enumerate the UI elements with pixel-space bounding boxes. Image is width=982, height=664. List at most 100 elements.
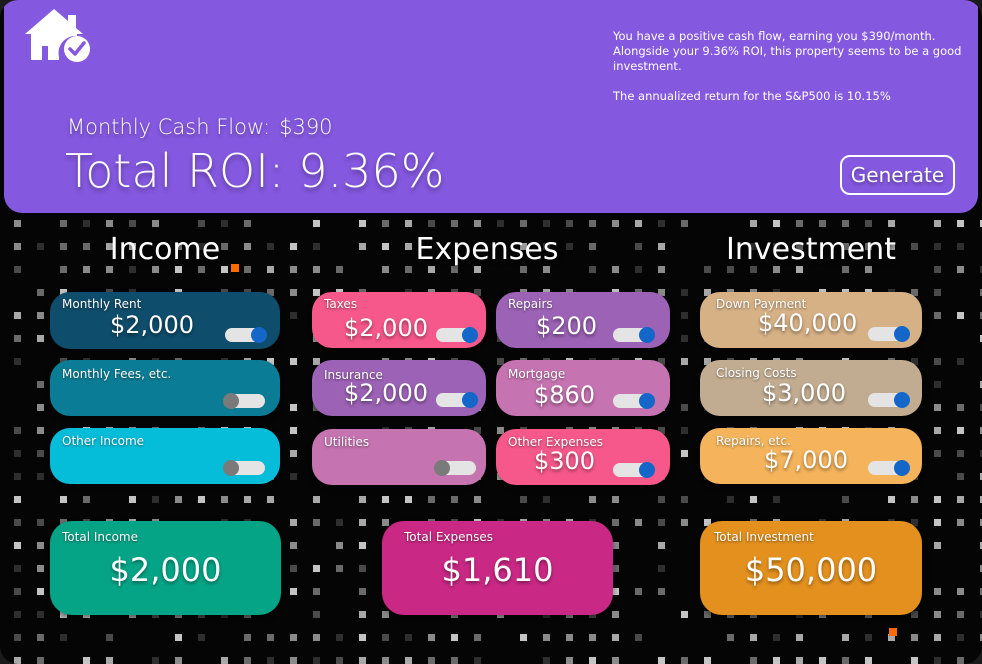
total-investment-label: Total Investment	[714, 530, 814, 544]
background-dot	[336, 634, 343, 641]
down-payment-toggle[interactable]	[868, 326, 910, 342]
mortgage-toggle[interactable]	[613, 393, 655, 409]
background-dot	[934, 634, 941, 641]
insurance-toggle[interactable]	[436, 392, 478, 408]
background-dot	[589, 634, 596, 641]
background-dot	[704, 611, 711, 618]
background-dot	[957, 312, 964, 319]
background-dot	[290, 634, 297, 641]
closing-costs-value[interactable]: $3,000	[762, 379, 846, 407]
background-dot	[934, 220, 941, 227]
background-dot	[612, 266, 619, 273]
background-dot	[612, 588, 619, 595]
background-dot	[934, 657, 941, 664]
background-dot	[681, 289, 688, 296]
background-dot	[129, 496, 136, 503]
background-dot	[290, 289, 297, 296]
background-dot	[267, 634, 274, 641]
insurance-value[interactable]: $2,000	[344, 379, 428, 407]
investment-repairs-value[interactable]: $7,000	[764, 446, 848, 474]
background-dot	[589, 266, 596, 273]
repairs-value[interactable]: $200	[536, 312, 597, 340]
background-dot	[957, 496, 964, 503]
background-dot	[290, 312, 297, 319]
background-dot	[819, 657, 826, 664]
background-dot	[313, 611, 320, 618]
background-dot	[37, 427, 44, 434]
generate-button[interactable]: Generate	[840, 155, 955, 195]
background-dot	[451, 634, 458, 641]
other-income-toggle[interactable]	[223, 460, 265, 476]
background-dot	[750, 496, 757, 503]
background-dot	[336, 565, 343, 572]
background-dot	[612, 611, 619, 618]
background-dot	[175, 266, 182, 273]
monthly-rent-value[interactable]: $2,000	[110, 311, 194, 339]
background-dot	[175, 657, 182, 664]
background-dot	[221, 220, 228, 227]
background-dot	[796, 220, 803, 227]
background-dot	[267, 266, 274, 273]
monthly-fees-toggle[interactable]	[223, 393, 265, 409]
closing-costs-card[interactable]: Closing Costs $3,000	[700, 360, 922, 416]
taxes-card[interactable]: Taxes $2,000	[312, 292, 486, 348]
mortgage-value[interactable]: $860	[534, 381, 595, 409]
utilities-toggle[interactable]	[434, 460, 476, 476]
roi-value: 9.36%	[298, 144, 445, 198]
mortgage-card[interactable]: Mortgage $860	[496, 360, 670, 416]
background-dot	[934, 243, 941, 250]
summary-cash-flow-text: You have a positive cash flow, earning y…	[613, 29, 962, 73]
investment-repairs-toggle[interactable]	[868, 460, 910, 476]
taxes-toggle[interactable]	[436, 327, 478, 343]
repairs-toggle[interactable]	[613, 327, 655, 343]
background-dot	[14, 542, 21, 549]
background-dot	[37, 588, 44, 595]
background-dot	[911, 496, 918, 503]
background-dot	[244, 220, 251, 227]
total-investment-value: $50,000	[744, 551, 878, 589]
other-income-card[interactable]: Other Income	[50, 428, 280, 484]
background-dot	[681, 427, 688, 434]
background-dot	[635, 519, 642, 526]
background-dot	[14, 496, 21, 503]
background-dot	[727, 634, 734, 641]
repairs-label: Repairs	[508, 297, 553, 311]
background-dot	[658, 266, 665, 273]
background-dot	[612, 634, 619, 641]
background-dot	[336, 266, 343, 273]
background-dot	[635, 266, 642, 273]
background-dot	[83, 496, 90, 503]
investment-repairs-card[interactable]: Repairs, etc. $7,000	[700, 428, 922, 484]
down-payment-card[interactable]: Down Payment $40,000	[700, 292, 922, 348]
monthly-rent-card[interactable]: Monthly Rent $2,000	[50, 292, 280, 349]
monthly-rent-toggle[interactable]	[225, 327, 267, 343]
background-dot	[681, 358, 688, 365]
other-expenses-value[interactable]: $300	[534, 447, 595, 475]
background-dot	[14, 266, 21, 273]
app-frame: You have a positive cash flow, earning y…	[0, 0, 982, 664]
background-dot	[727, 266, 734, 273]
other-expenses-toggle[interactable]	[613, 462, 655, 478]
background-dot	[290, 657, 297, 664]
utilities-card[interactable]: Utilities	[312, 429, 486, 485]
repairs-card[interactable]: Repairs $200	[496, 292, 670, 348]
background-dot	[37, 611, 44, 618]
background-dot	[911, 611, 918, 618]
monthly-fees-label: Monthly Fees, etc.	[62, 367, 172, 381]
background-dot	[382, 496, 389, 503]
closing-costs-toggle[interactable]	[868, 392, 910, 408]
background-dot	[37, 565, 44, 572]
taxes-value[interactable]: $2,000	[344, 314, 428, 342]
background-dot	[290, 588, 297, 595]
other-expenses-card[interactable]: Other Expenses $300	[496, 429, 670, 485]
results-summary: You have a positive cash flow, earning y…	[613, 29, 963, 119]
background-dot	[842, 634, 849, 641]
background-dot	[313, 519, 320, 526]
monthly-fees-card[interactable]: Monthly Fees, etc.	[50, 360, 280, 416]
background-dot	[819, 220, 826, 227]
background-dot	[244, 634, 251, 641]
background-dot	[14, 657, 21, 664]
down-payment-value[interactable]: $40,000	[758, 309, 857, 337]
background-dot	[934, 289, 941, 296]
insurance-card[interactable]: Insurance $2,000	[312, 360, 486, 416]
